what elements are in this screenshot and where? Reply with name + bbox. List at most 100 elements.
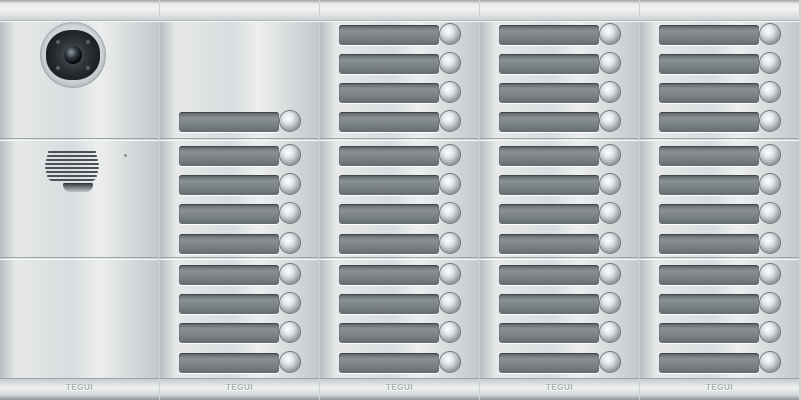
grille-slit xyxy=(48,151,96,153)
push-button-icon[interactable] xyxy=(600,352,620,372)
push-button-icon[interactable] xyxy=(760,233,780,253)
ir-led-icon xyxy=(86,40,90,44)
push-button-icon[interactable] xyxy=(600,53,620,73)
call-slot[interactable] xyxy=(339,174,461,196)
call-slot[interactable] xyxy=(179,233,301,255)
push-button-icon[interactable] xyxy=(440,293,460,313)
push-button-icon[interactable] xyxy=(600,322,620,342)
push-button-icon[interactable] xyxy=(600,82,620,102)
call-slot[interactable] xyxy=(659,53,781,75)
call-slot[interactable] xyxy=(339,264,461,286)
push-button-icon[interactable] xyxy=(760,174,780,194)
call-slot[interactable] xyxy=(499,174,621,196)
push-button-icon[interactable] xyxy=(280,293,300,313)
call-slot[interactable] xyxy=(339,111,461,133)
push-button-icon[interactable] xyxy=(760,24,780,44)
call-slot[interactable] xyxy=(659,352,781,374)
call-slot[interactable] xyxy=(499,53,621,75)
module-3 xyxy=(320,259,479,379)
call-slot[interactable] xyxy=(659,233,781,255)
push-button-icon[interactable] xyxy=(600,293,620,313)
call-slot[interactable] xyxy=(339,233,461,255)
push-button-icon[interactable] xyxy=(440,82,460,102)
push-button-icon[interactable] xyxy=(440,203,460,223)
push-button-icon[interactable] xyxy=(760,203,780,223)
push-button-icon[interactable] xyxy=(760,293,780,313)
push-button-icon[interactable] xyxy=(280,264,300,284)
push-button-icon[interactable] xyxy=(280,203,300,223)
call-slot[interactable] xyxy=(659,24,781,46)
push-button-icon[interactable] xyxy=(280,322,300,342)
call-slot[interactable] xyxy=(499,24,621,46)
call-slot[interactable] xyxy=(499,82,621,104)
call-slot[interactable] xyxy=(339,322,461,344)
call-slot[interactable] xyxy=(499,203,621,225)
call-slot[interactable] xyxy=(339,293,461,315)
push-button-icon[interactable] xyxy=(440,24,460,44)
push-button-icon[interactable] xyxy=(760,82,780,102)
call-slot[interactable] xyxy=(499,145,621,167)
call-slot[interactable] xyxy=(499,264,621,286)
push-button-icon[interactable] xyxy=(760,264,780,284)
call-slot[interactable] xyxy=(179,293,301,315)
call-slot[interactable] xyxy=(179,203,301,225)
call-slot[interactable] xyxy=(659,322,781,344)
call-slot[interactable] xyxy=(339,352,461,374)
push-button-icon[interactable] xyxy=(440,264,460,284)
push-button-icon[interactable] xyxy=(280,174,300,194)
call-slot[interactable] xyxy=(659,111,781,133)
call-slot[interactable] xyxy=(339,145,461,167)
push-button-icon[interactable] xyxy=(760,352,780,372)
call-slot[interactable] xyxy=(499,352,621,374)
call-slot[interactable] xyxy=(499,322,621,344)
call-slot[interactable] xyxy=(659,82,781,104)
call-slot[interactable] xyxy=(179,111,301,133)
push-button-icon[interactable] xyxy=(760,111,780,131)
push-button-icon[interactable] xyxy=(600,233,620,253)
call-slot[interactable] xyxy=(499,293,621,315)
push-button-icon[interactable] xyxy=(760,53,780,73)
grille-slit xyxy=(47,175,97,177)
push-button-icon[interactable] xyxy=(440,145,460,165)
name-label-plate xyxy=(499,234,599,254)
push-button-icon[interactable] xyxy=(600,264,620,284)
push-button-icon[interactable] xyxy=(440,53,460,73)
push-button-icon[interactable] xyxy=(280,352,300,372)
module-1 xyxy=(320,21,479,139)
push-button-icon[interactable] xyxy=(440,111,460,131)
push-button-icon[interactable] xyxy=(600,24,620,44)
name-label-plate xyxy=(659,294,759,314)
push-button-icon[interactable] xyxy=(280,111,300,131)
push-button-icon[interactable] xyxy=(440,352,460,372)
name-label-plate xyxy=(499,25,599,45)
ir-led-icon xyxy=(56,40,60,44)
call-slot[interactable] xyxy=(339,203,461,225)
top-frame xyxy=(320,0,479,21)
call-slot[interactable] xyxy=(659,203,781,225)
call-slot[interactable] xyxy=(659,145,781,167)
call-slot[interactable] xyxy=(339,82,461,104)
call-slot[interactable] xyxy=(499,111,621,133)
call-slot[interactable] xyxy=(339,24,461,46)
call-slot[interactable] xyxy=(179,145,301,167)
call-slot[interactable] xyxy=(499,233,621,255)
push-button-icon[interactable] xyxy=(440,174,460,194)
call-slot[interactable] xyxy=(179,322,301,344)
push-button-icon[interactable] xyxy=(440,233,460,253)
call-slot[interactable] xyxy=(179,174,301,196)
push-button-icon[interactable] xyxy=(440,322,460,342)
call-slot[interactable] xyxy=(179,352,301,374)
push-button-icon[interactable] xyxy=(280,145,300,165)
call-slot[interactable] xyxy=(339,53,461,75)
push-button-icon[interactable] xyxy=(600,203,620,223)
push-button-icon[interactable] xyxy=(600,145,620,165)
push-button-icon[interactable] xyxy=(280,233,300,253)
call-slot[interactable] xyxy=(659,174,781,196)
call-slot[interactable] xyxy=(179,264,301,286)
push-button-icon[interactable] xyxy=(760,145,780,165)
push-button-icon[interactable] xyxy=(600,174,620,194)
call-slot[interactable] xyxy=(659,293,781,315)
call-slot[interactable] xyxy=(659,264,781,286)
push-button-icon[interactable] xyxy=(760,322,780,342)
push-button-icon[interactable] xyxy=(600,111,620,131)
